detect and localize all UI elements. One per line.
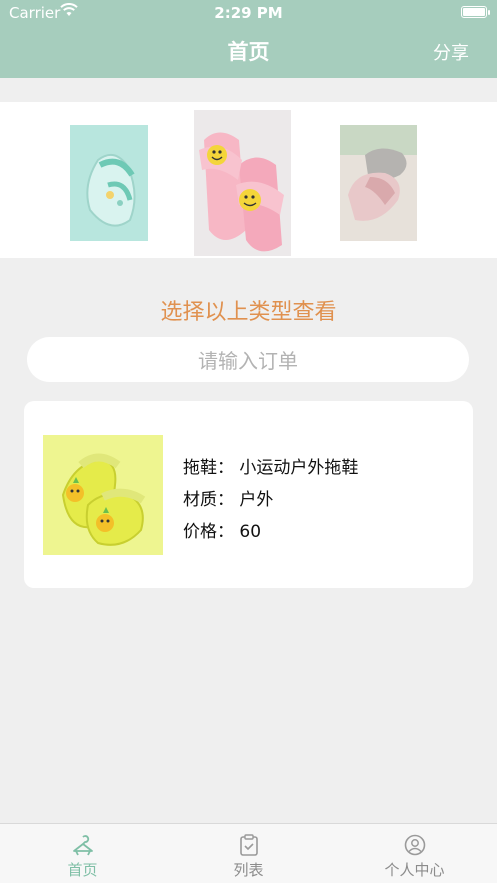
product-material-line: 材质： 户外	[183, 490, 274, 510]
category-mint-kids-sandal[interactable]	[70, 125, 148, 241]
category-plush-slipper[interactable]	[340, 125, 417, 241]
tab-list[interactable]: 列表	[166, 824, 331, 883]
order-search-input[interactable]: 请输入订单	[27, 337, 469, 382]
status-time: 2:29 PM	[214, 4, 283, 22]
status-bar: Carrier 2:29 PM	[0, 0, 497, 26]
product-price-line: 价格： 60	[183, 522, 262, 542]
user-circle-icon	[404, 834, 425, 856]
product-card[interactable]: 拖鞋： 小运动户外拖鞋 材质： 户外 价格： 60	[24, 401, 473, 588]
search-placeholder: 请输入订单	[198, 349, 298, 373]
product-slipper-line: 拖鞋： 小运动户外拖鞋	[183, 458, 359, 478]
product-image	[43, 435, 163, 555]
tab-home-label: 首页	[67, 861, 98, 879]
page-title: 首页	[227, 40, 270, 64]
select-category-prompt: 选择以上类型查看	[160, 300, 337, 325]
tab-home[interactable]: 首页	[0, 824, 165, 883]
product-info: 拖鞋： 小运动户外拖鞋 材质： 户外 价格： 60	[183, 456, 358, 552]
category-pink-smiley-slide[interactable]	[194, 110, 291, 256]
mint-sandal-image	[70, 125, 148, 241]
category-banner	[0, 102, 497, 258]
hanger-icon	[72, 835, 93, 856]
share-button[interactable]: 分享	[433, 39, 469, 65]
pink-slide-image	[194, 110, 291, 256]
tab-bar: 首页 列表 个人中心	[0, 823, 497, 883]
header-bar: Carrier 2:29 PM 首页 分享	[0, 0, 497, 78]
battery-tip	[488, 10, 490, 15]
tab-profile[interactable]: 个人中心	[332, 824, 497, 883]
plush-slipper-image	[340, 125, 417, 241]
list-clipboard-icon	[239, 834, 258, 856]
tab-profile-label: 个人中心	[384, 861, 445, 879]
battery-icon	[461, 6, 487, 18]
tab-list-label: 列表	[233, 861, 264, 879]
